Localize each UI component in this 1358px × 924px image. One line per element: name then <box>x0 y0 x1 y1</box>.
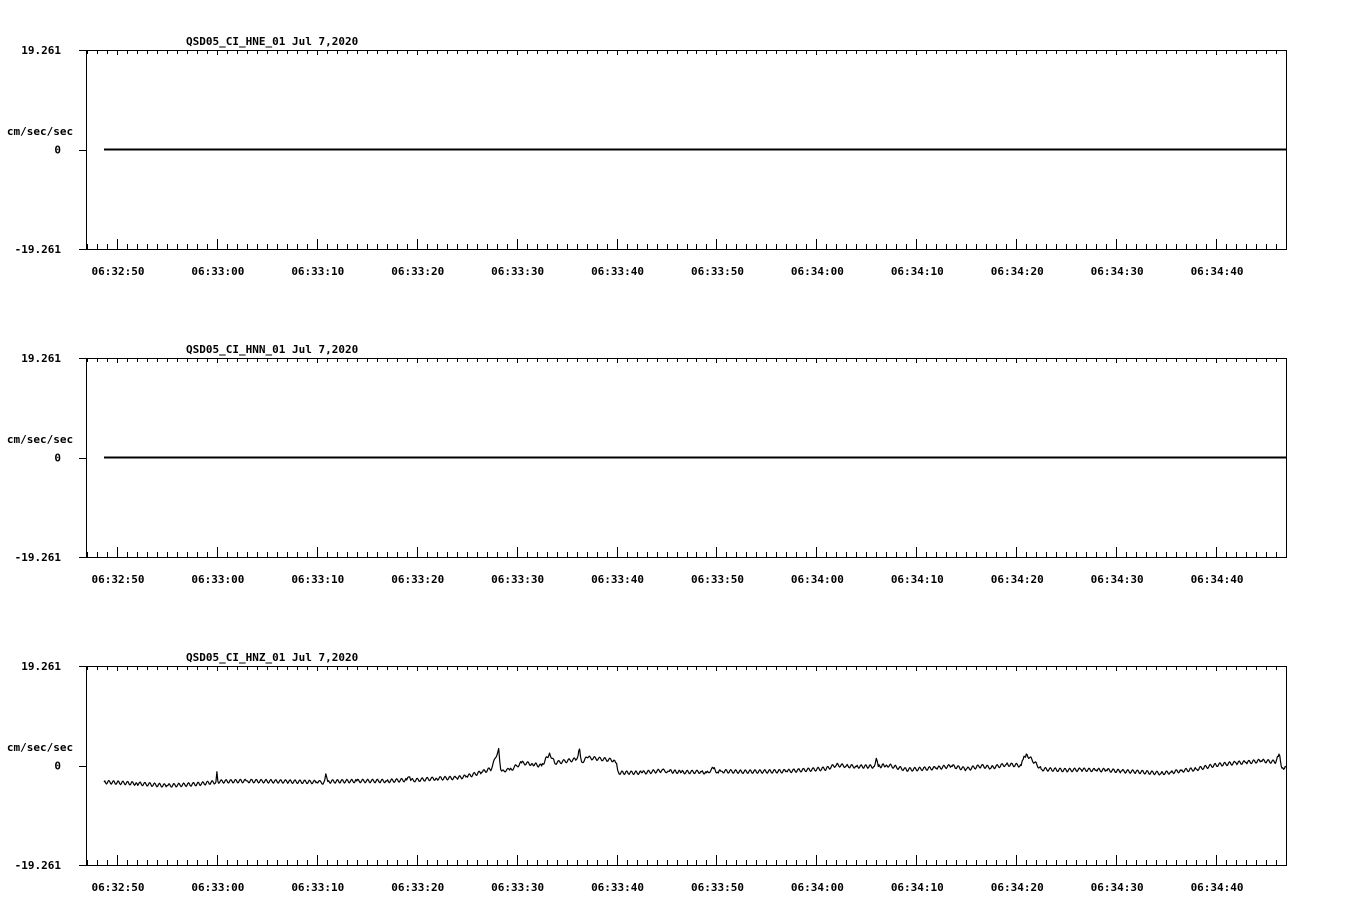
x-tick-label: 06:33:50 <box>691 573 744 586</box>
x-tick-label: 06:34:40 <box>1191 265 1244 278</box>
panel-3: 06:32:50 06:33:00 06:33:10 06:33:20 06:33:30… <box>7 651 1287 894</box>
seismogram-plots: 06:32:50 06:33:00 06:33:10 06:33:20 06:33:30… <box>7 35 1287 894</box>
x-tick-label: 06:34:40 <box>1191 881 1244 894</box>
panel-title: QSD05_CI_HNE_01 Jul 7,2020 <box>186 35 358 48</box>
x-tick-label: 06:34:00 <box>791 265 844 278</box>
x-tick-label: 06:34:30 <box>1091 265 1144 278</box>
y-axis-label: cm/sec/sec <box>7 125 73 138</box>
x-tick-label: 06:34:00 <box>791 881 844 894</box>
x-tick-label: 06:33:20 <box>391 265 444 278</box>
x-tick-label: 06:34:30 <box>1091 881 1144 894</box>
x-tick-label: 06:34:30 <box>1091 573 1144 586</box>
waveform-trace <box>103 747 1287 788</box>
y-tick-label: -19.261 <box>15 243 62 256</box>
y-axis-label: cm/sec/sec <box>7 433 73 446</box>
panel-2: 06:32:50 06:33:00 06:33:10 06:33:20 06:33:30… <box>7 343 1287 586</box>
x-tick-label: 06:32:50 <box>91 881 144 894</box>
y-tick-label: 0 <box>54 144 61 157</box>
x-tick-label: 06:33:30 <box>491 573 544 586</box>
x-tick-label: 06:33:30 <box>491 265 544 278</box>
y-axis-label: cm/sec/sec <box>7 741 73 754</box>
x-tick-label: 06:33:00 <box>191 573 244 586</box>
y-tick-label: 0 <box>54 452 61 465</box>
y-tick-label: 0 <box>54 760 61 773</box>
x-tick-label: 06:34:20 <box>991 881 1044 894</box>
x-tick-label: 06:33:10 <box>291 265 344 278</box>
x-tick-label: 06:33:50 <box>691 265 744 278</box>
x-tick-label: 06:34:20 <box>991 265 1044 278</box>
x-tick-label: 06:33:00 <box>191 881 244 894</box>
y-tick-label: 19.261 <box>21 44 61 57</box>
panel-1: 06:32:50 06:33:00 06:33:10 06:33:20 06:33:30… <box>7 35 1287 278</box>
y-tick-label: -19.261 <box>15 551 62 564</box>
x-tick-label: 06:34:00 <box>791 573 844 586</box>
x-tick-label: 06:32:50 <box>91 265 144 278</box>
panel-title: QSD05_CI_HNN_01 Jul 7,2020 <box>186 343 358 356</box>
x-tick-label: 06:33:00 <box>191 265 244 278</box>
x-tick-label: 06:33:10 <box>291 881 344 894</box>
x-tick-label: 06:33:40 <box>591 573 644 586</box>
x-tick-label: 06:34:10 <box>891 265 944 278</box>
x-tick-label: 06:32:50 <box>91 573 144 586</box>
y-tick-label: 19.261 <box>21 352 61 365</box>
panel-title: QSD05_CI_HNZ_01 Jul 7,2020 <box>186 651 358 664</box>
x-tick-label: 06:33:20 <box>391 881 444 894</box>
x-tick-label: 06:34:20 <box>991 573 1044 586</box>
x-tick-label: 06:34:10 <box>891 881 944 894</box>
x-tick-label: 06:33:50 <box>691 881 744 894</box>
x-tick-label: 06:34:40 <box>1191 573 1244 586</box>
x-tick-label: 06:33:40 <box>591 265 644 278</box>
x-tick-label: 06:33:10 <box>291 573 344 586</box>
x-tick-label: 06:33:40 <box>591 881 644 894</box>
y-tick-label: -19.261 <box>15 859 62 872</box>
x-tick-label: 06:33:30 <box>491 881 544 894</box>
x-tick-label: 06:33:20 <box>391 573 444 586</box>
y-tick-label: 19.261 <box>21 660 61 673</box>
x-tick-label: 06:34:10 <box>891 573 944 586</box>
